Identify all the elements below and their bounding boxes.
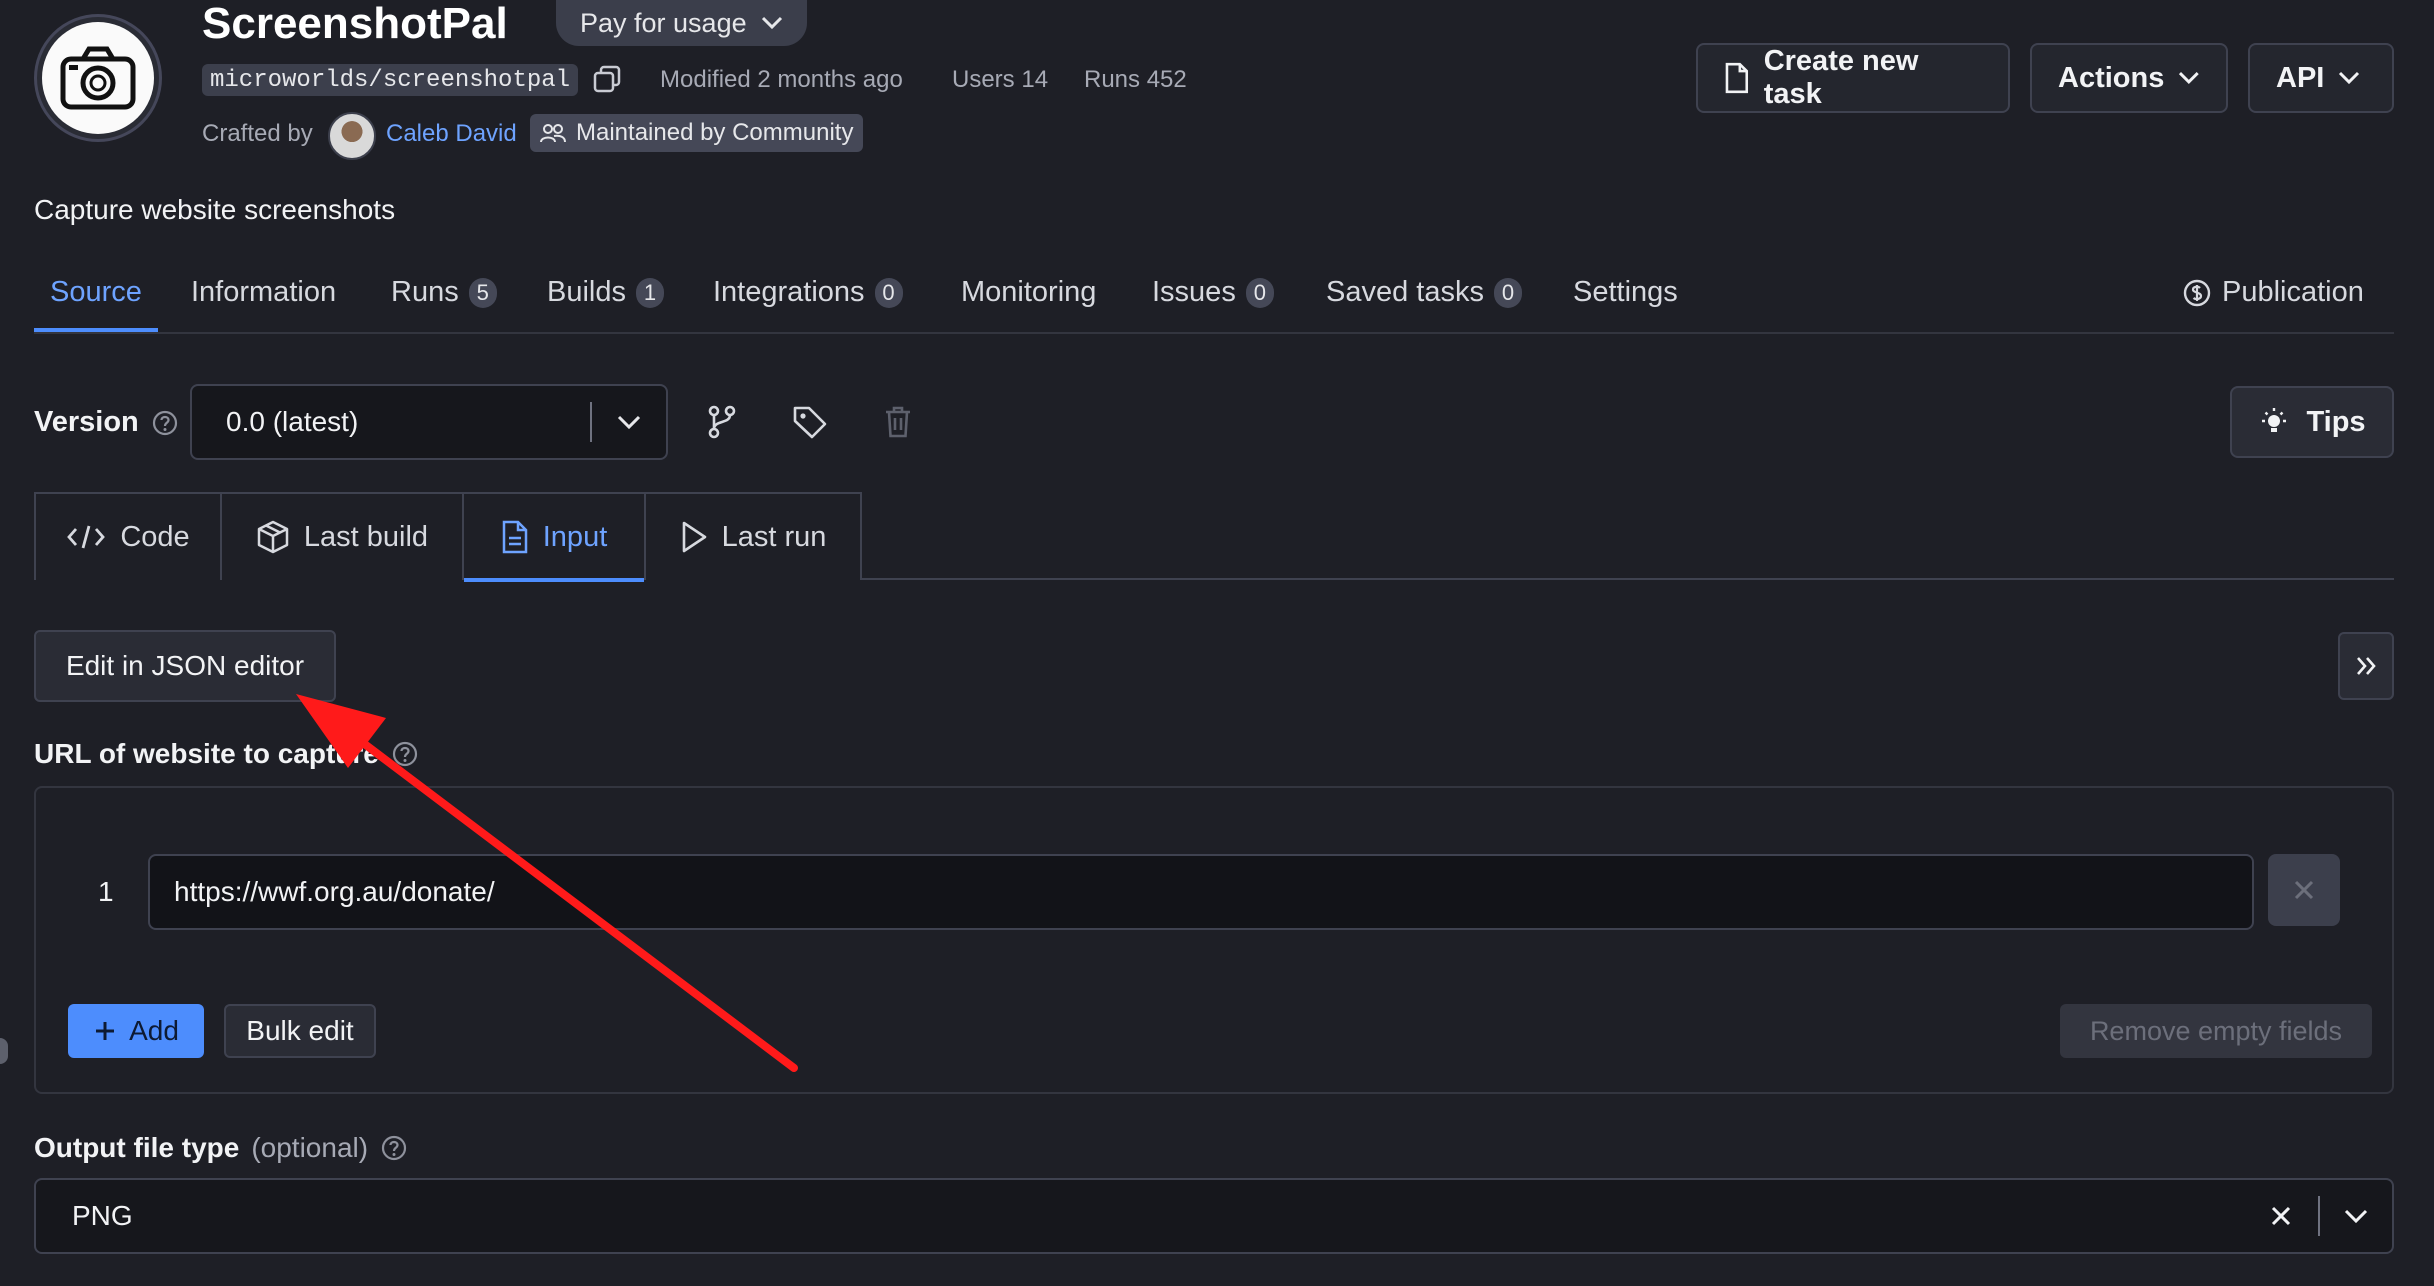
main-tabs: Source Information Runs 5 Builds 1 Integra… [34,270,2394,334]
actor-slug: microworlds/screenshotpal [202,64,579,96]
tips-label: Tips [2306,405,2366,438]
runs-badge: 5 [468,277,497,308]
tag-icon[interactable] [790,402,830,442]
runs-count: Runs 452 [1084,66,1187,93]
saved-tasks-badge: 0 [1493,277,1522,308]
row-index: 1 [98,876,114,907]
chevron-down-icon [761,16,782,30]
crafted-by-label: Crafted by [202,120,313,147]
remove-empty-fields-button[interactable]: Remove empty fields [2060,1004,2372,1058]
pricing-label: Pay for usage [580,7,747,38]
tab-issues[interactable]: Issues 0 [1152,276,1274,309]
integrations-badge: 0 [874,277,903,308]
lightbulb-icon [2262,408,2287,432]
play-icon [682,521,706,553]
output-type-value: PNG [72,1200,133,1231]
url-input[interactable]: https://wwf.org.au/donate/ [148,854,2254,930]
pricing-dropdown[interactable]: Pay for usage [556,0,807,46]
tab-runs[interactable]: Runs 5 [391,276,497,309]
tab-settings[interactable]: Settings [1573,276,1678,309]
avatar [328,112,376,160]
users-count: Users 14 [952,66,1049,93]
copy-icon[interactable] [592,64,622,94]
dollar-circle-icon [2183,279,2211,306]
camera-icon [60,46,136,110]
tab-saved-tasks[interactable]: Saved tasks 0 [1326,276,1522,309]
issues-badge: 0 [1245,277,1274,308]
tab-source[interactable]: Source [50,276,142,309]
version-select[interactable]: 0.0 (latest) [190,384,668,460]
box-icon [257,520,289,554]
modified-info: Modified 2 months ago [660,66,903,93]
expand-panel-button[interactable] [2338,632,2394,700]
actions-label: Actions [2058,61,2165,94]
actions-dropdown[interactable]: Actions [2030,43,2228,113]
people-icon [540,124,566,143]
source-tabs: Code Last build Input Last run [34,492,2394,582]
maintained-badge: Maintained by Community [530,114,864,152]
url-field-label: URL of website to capture [34,738,419,770]
remove-row-button[interactable] [2268,854,2340,926]
optional-label: (optional) [251,1132,369,1163]
actor-description: Capture website screenshots [34,194,396,225]
active-tab-indicator [34,328,158,332]
double-chevron-right-icon [2357,657,2376,675]
document-icon [502,520,527,554]
bulk-edit-button[interactable]: Bulk edit [224,1004,376,1058]
actor-title: ScreenshotPal [202,0,508,48]
create-task-button[interactable]: Create new task [1696,43,2010,113]
chevron-down-icon [617,415,641,429]
version-label: Version [34,406,179,439]
api-label: API [2276,61,2325,94]
tab-code[interactable]: Code [34,492,222,580]
tab-input[interactable]: Input [462,492,646,582]
actor-logo [34,14,162,142]
chevron-down-icon [2339,71,2360,85]
chevron-down-icon [2179,72,2200,85]
chevron-down-icon [2344,1209,2368,1223]
version-value: 0.0 (latest) [226,406,359,437]
create-task-label: Create new task [1763,45,1919,110]
help-icon[interactable] [151,409,179,437]
tips-button[interactable]: Tips [2230,386,2394,458]
tab-last-build[interactable]: Last build [220,492,464,580]
plus-icon [96,1022,115,1040]
clear-icon[interactable] [2270,1205,2292,1227]
add-label: Add [129,1015,179,1046]
tab-information[interactable]: Information [191,276,336,309]
author-link[interactable]: Caleb David [386,118,517,150]
close-icon [2294,880,2314,900]
add-button[interactable]: Add [68,1004,204,1058]
builds-badge: 1 [636,277,664,308]
document-icon [1725,62,1749,94]
tab-last-run[interactable]: Last run [644,492,862,580]
tab-builds[interactable]: Builds 1 [547,276,664,309]
output-type-label: Output file type (optional) [34,1132,408,1164]
output-type-select[interactable]: PNG [34,1178,2394,1254]
url-list-container [34,786,2394,1094]
help-icon[interactable] [380,1134,408,1162]
maintained-label: Maintained by Community [576,119,854,146]
help-icon[interactable] [391,740,419,768]
tab-publication[interactable]: Publication [2182,276,2364,309]
json-editor-button[interactable]: Edit in JSON editor [34,630,336,702]
api-dropdown[interactable]: API [2248,43,2394,113]
code-icon [67,525,106,549]
git-branch-icon[interactable] [702,402,742,442]
tab-integrations[interactable]: Integrations 0 [713,276,903,309]
tab-monitoring[interactable]: Monitoring [961,276,1096,309]
trash-icon[interactable] [878,402,918,442]
side-handle[interactable] [0,1038,8,1064]
